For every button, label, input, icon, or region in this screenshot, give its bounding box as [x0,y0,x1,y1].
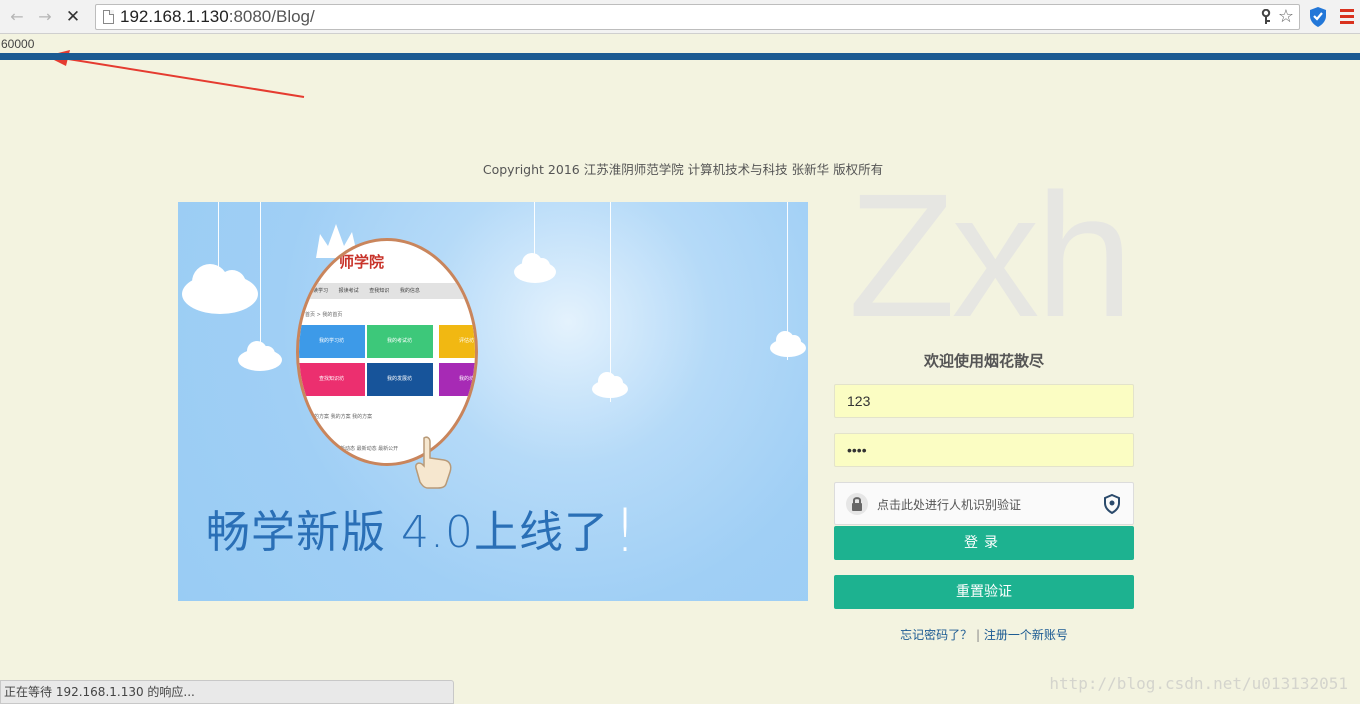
promo-banner: 师学院 报读学习 报读考试 查我知识 我的信息 首页 > 我的首页 我的学习坊 … [178,202,808,601]
cloud-icon [182,264,258,314]
blog-watermark: http://blog.csdn.net/u013132051 [1049,674,1348,693]
cloud-icon [238,341,282,371]
pointing-hand-icon [415,436,452,489]
shield-extension-icon[interactable] [1308,6,1328,28]
cloud-icon [770,331,806,357]
logo-watermark: Zxh [848,158,1133,354]
lock-icon [846,493,868,515]
mini-title: 师学院 [339,253,385,271]
captcha-text: 点击此处进行人机识别验证 [877,498,1022,512]
password-field[interactable]: •••• [834,433,1134,467]
mini-tile: 我的考试坊 [367,325,433,358]
mini-tile: 我的发展坊 [367,363,433,396]
copyright-text: Copyright 2016 江苏淮阴师范学院 计算机技术与科技 张新华 版权所… [482,162,884,177]
register-link[interactable]: 注册一个新账号 [984,628,1068,642]
forgot-password-link[interactable]: 忘记密码了？ [900,628,972,642]
bookmark-star-icon[interactable]: ☆ [1278,6,1294,27]
url-host: 192.168.1.130 [120,7,229,26]
welcome-title: 欢迎使用烟花散尽 [923,352,1044,370]
mini-nav-item: 报读考试 [338,288,359,294]
mini-tile: 评估坊 [439,325,475,358]
mini-tile: 查找知识坊 [299,363,365,396]
screenshot-preview: 师学院 报读学习 报读考试 查我知识 我的信息 首页 > 我的首页 我的学习坊 … [296,238,478,466]
cloud-icon [514,253,556,283]
mini-row: 我的方案 我的方案 我的方案 [309,414,373,420]
mini-nav-item: 报读学习 [308,288,329,294]
captcha-widget[interactable]: 点击此处进行人机识别验证 [834,482,1134,525]
banner-exclaim: ! [612,496,639,566]
mini-tile: 我的学习坊 [299,325,365,358]
key-icon[interactable] [1261,8,1271,29]
url-path: :8080/Blog/ [228,7,315,26]
mini-breadcrumb: 首页 > 我的首页 [305,312,343,318]
link-separator: | [975,628,981,642]
page-icon [103,10,114,24]
browser-status-bar: 正在等待 192.168.1.130 的响应... [0,680,454,704]
header-bar [0,53,1360,60]
banner-headline: 畅学新版 4.0上线了! [206,492,638,566]
reset-captcha-button[interactable]: 重置验证 [834,575,1134,609]
mini-row: 最新动态 最新动态 最新公开 [335,446,399,452]
address-bar[interactable]: 192.168.1.130:8080/Blog/ ☆ [95,4,1300,30]
mini-tile: 我的坊 [439,363,475,396]
mini-nav-item: 查我知识 [369,288,390,294]
login-button[interactable]: 登录 [834,526,1134,560]
forward-arrow-icon[interactable]: → [34,7,56,27]
account-links: 忘记密码了？ | 注册一个新账号 [834,626,1134,643]
shield-icon [1103,493,1121,518]
browser-toolbar: ← → ✕ 192.168.1.130:8080/Blog/ ☆ [0,0,1360,34]
username-field[interactable]: 123 [834,384,1134,418]
banner-headline-text: 畅学新版 4.0上线了 [206,507,609,558]
mini-nav: 报读学习 报读考试 查我知识 我的信息 [299,283,475,299]
url-text[interactable]: 192.168.1.130:8080/Blog/ [120,7,315,27]
back-arrow-icon[interactable]: ← [6,7,28,27]
mini-nav-item: 我的信息 [399,288,420,294]
cloud-icon [592,372,628,398]
menu-icon[interactable] [1340,9,1354,25]
stop-loading-icon[interactable]: ✕ [62,7,84,27]
red-arrow-annotation [46,50,305,98]
